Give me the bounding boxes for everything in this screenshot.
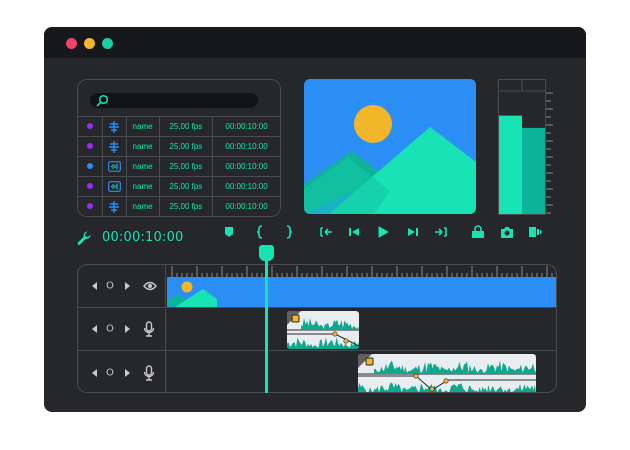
track-header-audio: O bbox=[78, 351, 166, 392]
media-name: name bbox=[125, 136, 160, 157]
track-counter: O bbox=[106, 280, 114, 292]
mark-in-icon[interactable] bbox=[254, 225, 268, 239]
mark-out-icon[interactable] bbox=[281, 225, 295, 239]
playhead-line[interactable] bbox=[265, 259, 268, 393]
eye-icon[interactable] bbox=[143, 281, 157, 291]
editor-window: name 25,00 fps 00:00:10:00 name 25,00 fps 00:… bbox=[44, 27, 586, 412]
video-clip-icon bbox=[108, 140, 120, 153]
media-duration: 00:00:10:00 bbox=[212, 136, 280, 157]
media-name: name bbox=[125, 176, 160, 197]
media-fps: 25,00 fps bbox=[158, 156, 213, 177]
audio-clip-icon bbox=[107, 181, 121, 192]
media-name: name bbox=[125, 156, 160, 177]
track-next-arrow-icon[interactable] bbox=[124, 320, 130, 338]
color-tag-dot bbox=[86, 203, 93, 210]
media-duration: 00:00:10:00 bbox=[212, 176, 280, 197]
audio-clip-2[interactable] bbox=[358, 354, 536, 392]
color-tag-dot bbox=[86, 123, 93, 129]
track-header-audio: O bbox=[78, 308, 166, 350]
color-tag-dot bbox=[86, 143, 93, 149]
audio-clip-icon bbox=[107, 161, 121, 172]
timeline-panel: O O O bbox=[77, 264, 557, 393]
search-input[interactable] bbox=[90, 93, 258, 108]
media-fps: 25,00 fps bbox=[158, 116, 213, 137]
media-fps: 25,00 fps bbox=[158, 136, 213, 157]
media-duration: 00:00:10:00 bbox=[212, 116, 280, 137]
timeline-ruler[interactable] bbox=[166, 265, 557, 277]
media-list-item[interactable]: name 25,00 fps 00:00:10:00 bbox=[78, 156, 280, 177]
clip-settings-icon[interactable] bbox=[528, 225, 542, 239]
color-tag-dot bbox=[86, 183, 93, 189]
track-header-video: O bbox=[78, 265, 166, 307]
track-prev-arrow-icon[interactable] bbox=[92, 364, 98, 382]
media-fps: 25,00 fps bbox=[158, 196, 213, 216]
title-bar bbox=[44, 27, 586, 58]
step-back-icon[interactable] bbox=[347, 225, 361, 239]
step-forward-icon[interactable] bbox=[406, 225, 420, 239]
play-icon[interactable] bbox=[376, 225, 390, 239]
track-counter: O bbox=[106, 367, 114, 378]
microphone-icon[interactable] bbox=[143, 364, 155, 381]
media-fps: 25,00 fps bbox=[158, 176, 213, 197]
camera-icon[interactable] bbox=[500, 225, 514, 239]
media-name: name bbox=[125, 196, 160, 216]
microphone-icon[interactable] bbox=[143, 321, 155, 337]
timecode-display: 00:00:10:00 bbox=[102, 230, 184, 245]
search-icon bbox=[96, 94, 109, 107]
minimize-window-button[interactable] bbox=[84, 38, 95, 49]
track-prev-arrow-icon[interactable] bbox=[92, 277, 98, 295]
go-to-in-icon[interactable] bbox=[319, 225, 333, 239]
preview-monitor bbox=[304, 79, 476, 214]
wrench-icon[interactable] bbox=[76, 230, 92, 246]
media-list: name 25,00 fps 00:00:10:00 name 25,00 fps 00:… bbox=[78, 116, 280, 216]
media-name: name bbox=[125, 116, 160, 137]
close-window-button[interactable] bbox=[66, 38, 77, 49]
meter-left-channel bbox=[499, 115, 522, 214]
track-next-arrow-icon[interactable] bbox=[124, 364, 130, 382]
track-next-arrow-icon[interactable] bbox=[124, 277, 130, 295]
video-clip-track[interactable] bbox=[167, 277, 556, 307]
media-list-item[interactable]: name 25,00 fps 00:00:10:00 bbox=[78, 116, 280, 137]
video-clip-icon bbox=[108, 120, 120, 133]
media-list-item[interactable]: name 25,00 fps 00:00:10:00 bbox=[78, 176, 280, 197]
video-clip-thumbnail bbox=[167, 277, 217, 307]
video-clip-icon bbox=[108, 200, 120, 213]
image-landscape-icon bbox=[304, 105, 476, 214]
marker-icon[interactable] bbox=[222, 225, 236, 239]
audio-level-meter bbox=[498, 79, 554, 215]
lock-export-icon[interactable] bbox=[471, 225, 485, 239]
media-list-item[interactable]: name 25,00 fps 00:00:10:00 bbox=[78, 196, 280, 216]
media-duration: 00:00:10:00 bbox=[212, 156, 280, 177]
track-prev-arrow-icon[interactable] bbox=[92, 320, 98, 338]
color-tag-dot bbox=[86, 163, 93, 169]
track-counter: O bbox=[106, 323, 114, 335]
media-duration: 00:00:10:00 bbox=[212, 196, 280, 216]
go-to-out-icon[interactable] bbox=[434, 225, 448, 239]
meter-right-channel bbox=[522, 127, 545, 214]
media-bin-panel: name 25,00 fps 00:00:10:00 name 25,00 fps 00:… bbox=[77, 79, 281, 217]
media-list-item[interactable]: name 25,00 fps 00:00:10:00 bbox=[78, 136, 280, 157]
audio-clip-1[interactable] bbox=[287, 311, 359, 349]
maximize-window-button[interactable] bbox=[102, 38, 113, 49]
